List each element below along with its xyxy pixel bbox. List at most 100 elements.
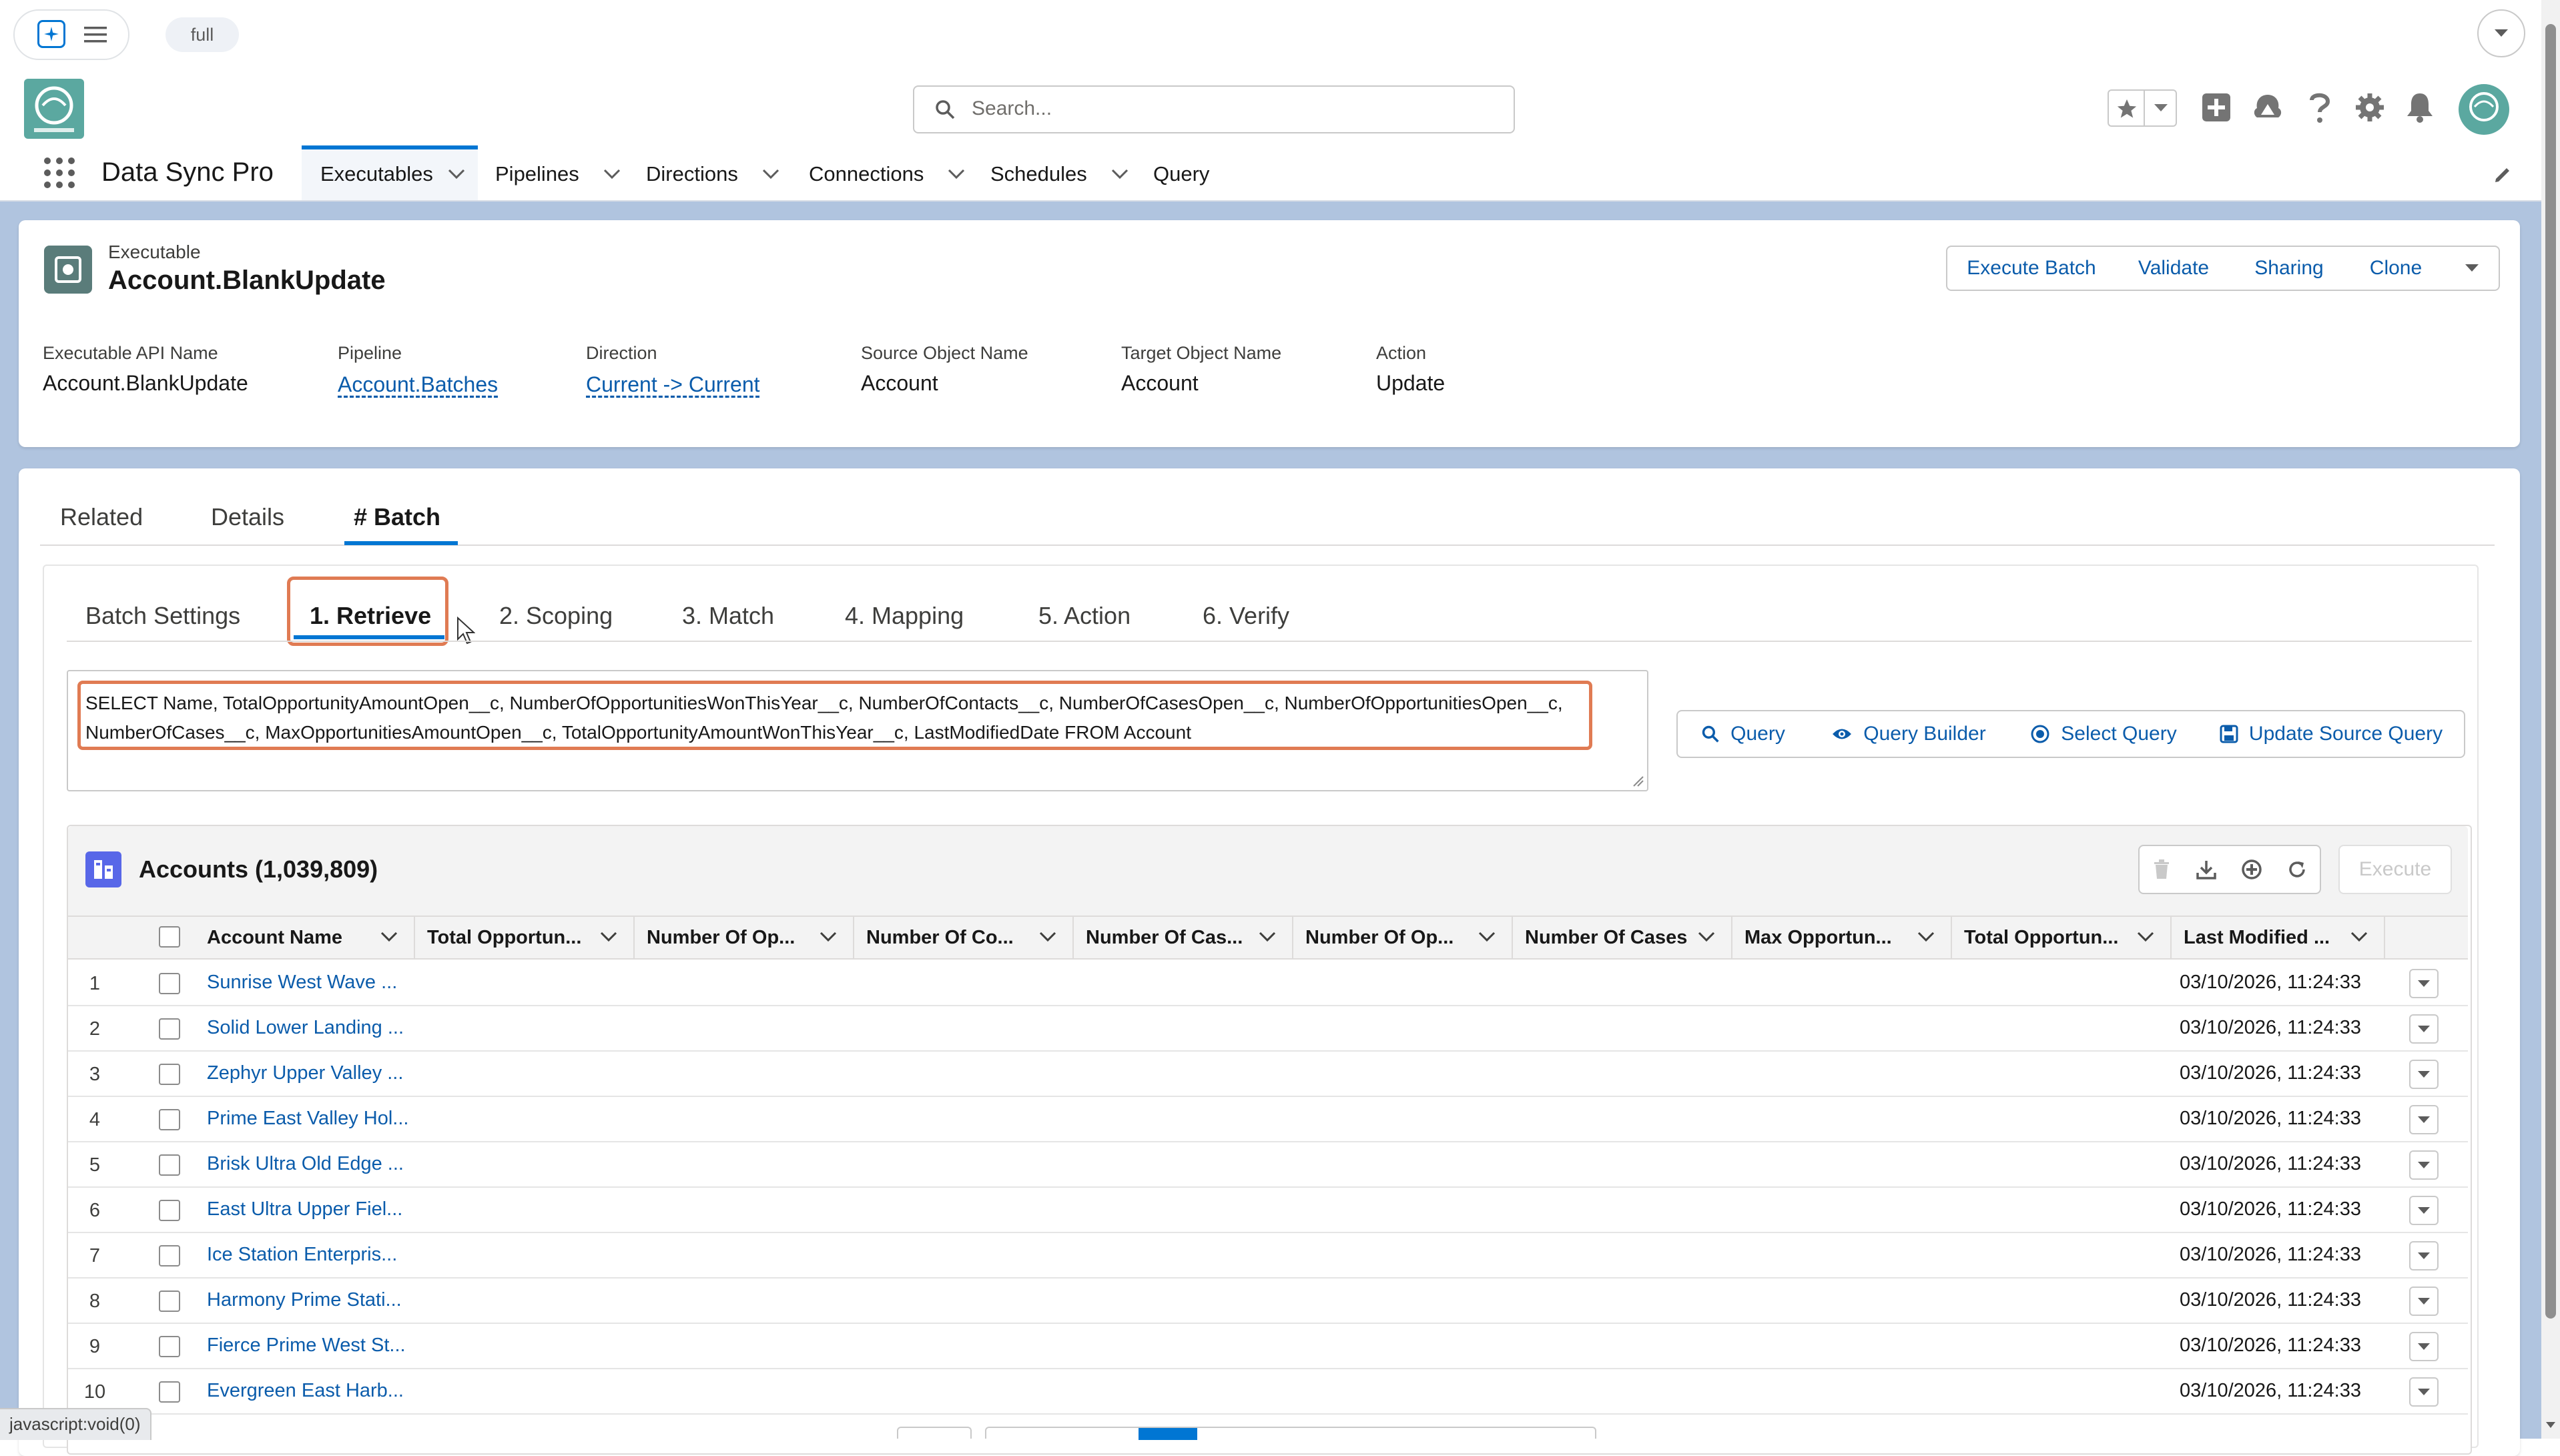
bell-icon[interactable] (2405, 91, 2435, 123)
chevron-down-icon[interactable] (1259, 932, 1276, 942)
chevron-down-icon[interactable] (1698, 932, 1715, 942)
scrollbar-thumb[interactable] (2545, 24, 2556, 1319)
row-actions-button[interactable] (2409, 1332, 2439, 1361)
pagination-current-page[interactable] (1139, 1428, 1197, 1440)
chevron-down-icon[interactable] (2350, 932, 2368, 942)
app-switcher[interactable] (13, 9, 129, 60)
column-header-number-of-opportunities-open[interactable]: Number Of Op... (1293, 916, 1513, 960)
account-name-link[interactable]: Brisk Ultra Old Edge ... (207, 1153, 404, 1175)
select-all-checkbox[interactable] (159, 926, 180, 948)
download-button[interactable] (2184, 845, 2230, 894)
menu-icon[interactable] (84, 25, 107, 44)
resize-handle-icon[interactable] (1632, 775, 1644, 787)
row-checkbox[interactable] (159, 1018, 180, 1040)
direction-link[interactable]: Current -> Current (586, 372, 760, 397)
chevron-down-icon[interactable] (2477, 9, 2525, 57)
nav-tab-schedules[interactable]: Schedules (990, 148, 1129, 200)
column-header-total-opportunity-amount-open[interactable]: Total Opportun... (415, 916, 635, 960)
row-actions-button[interactable] (2409, 1014, 2439, 1044)
subtab-mapping[interactable]: 4. Mapping (845, 602, 964, 630)
sharing-button[interactable]: Sharing (2232, 246, 2348, 291)
subtab-verify[interactable]: 6. Verify (1203, 602, 1289, 630)
column-header-max-opportunities-amount-open[interactable]: Max Opportun... (1732, 916, 1952, 960)
query-builder-button[interactable]: Query Builder (1809, 710, 2010, 758)
query-text[interactable]: SELECT Name, TotalOpportunityAmountOpen_… (85, 689, 1580, 747)
chevron-down-icon[interactable] (948, 169, 965, 179)
account-name-link[interactable]: Zephyr Upper Valley ... (207, 1062, 403, 1084)
chevron-down-icon[interactable] (2137, 932, 2154, 942)
chevron-down-icon[interactable] (1478, 932, 1496, 942)
row-checkbox[interactable] (159, 1154, 180, 1176)
tab-batch[interactable]: # Batch (354, 503, 440, 531)
row-checkbox[interactable] (159, 1381, 180, 1403)
nav-tab-connections[interactable]: Connections (809, 148, 965, 200)
column-header-number-of-cases-open[interactable]: Number Of Cas... (1074, 916, 1293, 960)
account-name-link[interactable]: East Ultra Upper Fiel... (207, 1198, 402, 1220)
query-button[interactable]: Query (1676, 710, 1810, 758)
select-query-button[interactable]: Select Query (2009, 710, 2200, 758)
trailhead-icon[interactable] (2252, 92, 2284, 123)
row-actions-button[interactable] (2409, 1377, 2439, 1407)
row-actions-button[interactable] (2409, 1241, 2439, 1270)
subtab-retrieve[interactable]: 1. Retrieve (310, 602, 431, 630)
chevron-down-icon[interactable] (1111, 169, 1129, 179)
gear-icon[interactable] (2354, 92, 2385, 123)
row-actions-button[interactable] (2409, 1287, 2439, 1316)
row-checkbox[interactable] (159, 1109, 180, 1130)
row-actions-button[interactable] (2409, 969, 2439, 998)
column-header-last-modified[interactable]: Last Modified ... (2172, 916, 2385, 960)
clone-button[interactable]: Clone (2346, 246, 2447, 291)
row-checkbox[interactable] (159, 1291, 180, 1312)
column-header-account-name[interactable]: Account Name (195, 916, 415, 960)
execute-button[interactable]: Execute (2338, 845, 2452, 894)
chevron-down-icon[interactable] (1917, 932, 1935, 942)
column-header-number-of-opportunities-won[interactable]: Number Of Op... (635, 916, 854, 960)
avatar[interactable] (2459, 84, 2509, 135)
row-actions-button[interactable] (2409, 1105, 2439, 1134)
help-icon[interactable] (2308, 91, 2332, 124)
account-name-link[interactable]: Ice Station Enterpris... (207, 1244, 397, 1266)
delete-button[interactable] (2138, 845, 2185, 894)
nav-tab-query[interactable]: Query (1153, 148, 1209, 200)
account-name-link[interactable]: Harmony Prime Stati... (207, 1289, 402, 1311)
subtab-batch-settings[interactable]: Batch Settings (85, 602, 240, 630)
sparkle-icon[interactable] (37, 20, 65, 48)
pagination-pages[interactable] (985, 1427, 1596, 1440)
pagination-previous[interactable] (897, 1427, 972, 1439)
row-actions-button[interactable] (2409, 1060, 2439, 1089)
validate-button[interactable]: Validate (2116, 246, 2233, 291)
favorites-button[interactable] (2108, 89, 2177, 127)
tab-related[interactable]: Related (60, 503, 143, 531)
tab-details[interactable]: Details (211, 503, 284, 531)
subtab-match[interactable]: 3. Match (682, 602, 774, 630)
app-launcher-icon[interactable] (43, 156, 76, 190)
column-header-number-of-cases[interactable]: Number Of Cases (1513, 916, 1732, 960)
scroll-down-arrow-icon[interactable] (2545, 1421, 2556, 1429)
row-actions-button[interactable] (2409, 1150, 2439, 1180)
chevron-down-icon[interactable] (600, 932, 617, 942)
subtab-scoping[interactable]: 2. Scoping (499, 602, 613, 630)
chevron-down-icon[interactable] (448, 169, 465, 179)
row-checkbox[interactable] (159, 1336, 180, 1357)
global-search[interactable]: Search... (913, 85, 1515, 133)
account-name-link[interactable]: Evergreen East Harb... (207, 1380, 404, 1402)
account-name-link[interactable]: Fierce Prime West St... (207, 1335, 406, 1357)
chevron-down-icon[interactable] (1039, 932, 1056, 942)
account-name-link[interactable]: Prime East Valley Hol... (207, 1108, 408, 1130)
pipeline-link[interactable]: Account.Batches (338, 372, 498, 397)
app-logo[interactable] (24, 79, 84, 139)
row-checkbox[interactable] (159, 1245, 180, 1266)
nav-tab-pipelines[interactable]: Pipelines (495, 148, 621, 200)
refresh-button[interactable] (2274, 845, 2321, 894)
column-header-total-opportunity-amount-won[interactable]: Total Opportun... (1952, 916, 2172, 960)
chevron-down-icon[interactable] (603, 169, 621, 179)
chevron-down-icon[interactable] (820, 932, 837, 942)
chevron-down-icon[interactable] (380, 932, 398, 942)
add-icon[interactable] (2201, 92, 2232, 123)
row-checkbox[interactable] (159, 1200, 180, 1221)
chevron-down-icon[interactable] (762, 169, 779, 179)
more-actions-button[interactable] (2445, 246, 2500, 291)
nav-tab-directions[interactable]: Directions (646, 148, 779, 200)
nav-tab-executables[interactable]: Executables (320, 148, 465, 200)
add-row-button[interactable] (2229, 845, 2276, 894)
